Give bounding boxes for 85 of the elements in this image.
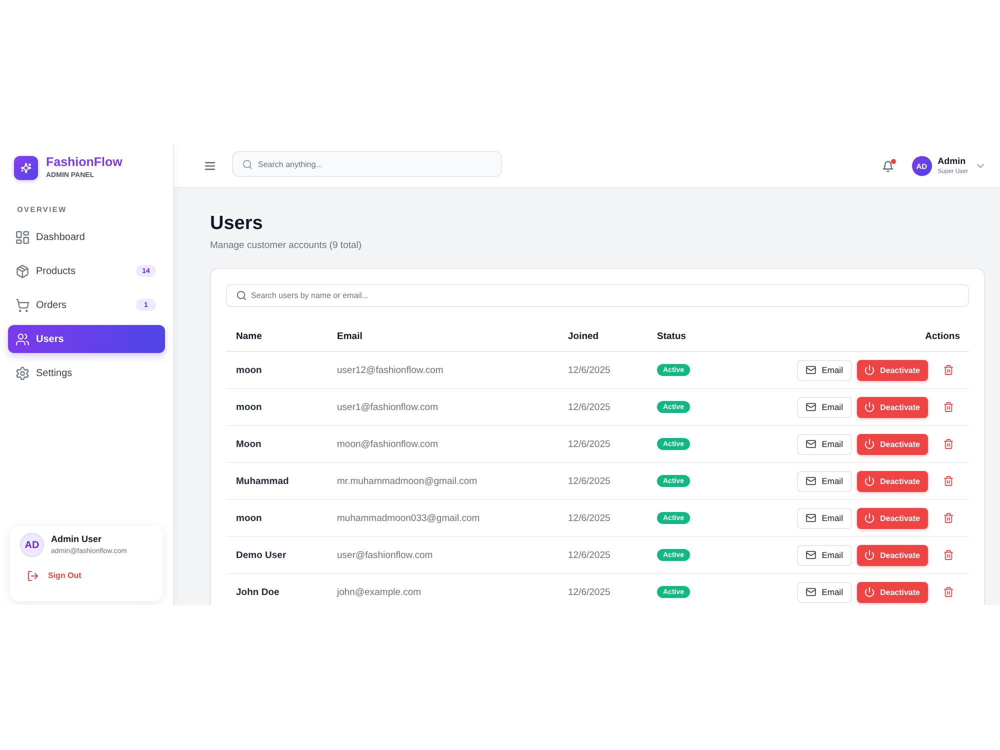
envelope-icon (806, 514, 816, 522)
nav-item[interactable]: Dashboard (8, 223, 165, 251)
user-email: user12@fashionflow.com (337, 364, 444, 376)
trash-icon[interactable] (944, 587, 953, 597)
deactivate-button[interactable]: Deactivate (856, 470, 928, 492)
search-icon (243, 160, 252, 168)
trash-icon[interactable] (944, 513, 953, 523)
brand-name: FashionFlow (46, 155, 122, 169)
envelope-icon (806, 551, 816, 559)
user-email: john@example.com (337, 586, 422, 598)
trash-icon[interactable] (944, 402, 953, 412)
power-icon (864, 587, 874, 597)
column-header: Joined (558, 322, 647, 352)
sign-out-link[interactable]: Sign Out (28, 571, 82, 581)
column-header: Name (226, 322, 327, 352)
user-email: user@fashionflow.com (337, 550, 433, 560)
avatar: AD (20, 533, 44, 557)
power-icon (864, 402, 874, 412)
user-email: mr.muhammadmoon@gmail.com (337, 476, 478, 486)
email-button[interactable]: Email (796, 470, 852, 492)
settings-icon (16, 366, 29, 380)
email-button[interactable]: Email (796, 434, 852, 454)
column-header: Actions (751, 322, 969, 352)
menu-icon[interactable] (205, 162, 215, 170)
user-email: user1@fashionflow.com (337, 402, 438, 412)
deactivate-button[interactable]: Deactivate (856, 544, 928, 566)
page-subtitle: Manage customer accounts (9 total) (210, 240, 363, 252)
power-icon (864, 550, 874, 560)
deactivate-button[interactable]: Deactivate (856, 360, 928, 380)
page-title: Users (210, 213, 264, 235)
user-name: moon (236, 402, 262, 412)
bell-icon[interactable] (882, 160, 893, 172)
join-date: 12/6/2025 (568, 364, 610, 376)
cart-icon (16, 298, 29, 312)
trash-icon[interactable] (944, 550, 953, 560)
sparkle-icon (14, 156, 38, 180)
envelope-icon (806, 588, 816, 596)
user-name: moon (236, 512, 262, 524)
power-icon (864, 439, 874, 449)
trash-icon[interactable] (944, 365, 953, 375)
nav-item[interactable]: Settings (8, 359, 165, 387)
email-button[interactable]: Email (796, 360, 852, 380)
deactivate-button[interactable]: Deactivate (856, 396, 928, 418)
search-field[interactable]: Search anything... (232, 151, 502, 177)
user-email: muhammadmoon033@gmail.com (337, 512, 480, 524)
email-button[interactable]: Email (796, 544, 852, 566)
cube-icon (16, 264, 29, 278)
join-date: 12/6/2025 (568, 550, 610, 560)
user-email: moon@fashionflow.com (337, 438, 438, 450)
user-name: John Doe (236, 586, 280, 598)
power-icon (864, 513, 874, 523)
people-icon (16, 332, 29, 346)
join-date: 12/6/2025 (568, 476, 610, 486)
column-header: Status (647, 322, 751, 352)
join-date: 12/6/2025 (568, 402, 610, 412)
user-name: Demo User (236, 550, 286, 560)
envelope-icon (806, 440, 816, 448)
user-name: Moon (236, 438, 262, 450)
grid-icon (16, 230, 29, 244)
power-icon (864, 476, 874, 486)
search-icon (237, 291, 246, 300)
user-name: Admin (938, 156, 967, 166)
envelope-icon (806, 477, 816, 485)
trash-icon[interactable] (944, 476, 953, 486)
deactivate-button[interactable]: Deactivate (856, 508, 928, 528)
deactivate-button[interactable]: Deactivate (856, 434, 928, 454)
nav-item[interactable]: Users (8, 325, 165, 353)
user-name: Admin User (51, 534, 103, 545)
logout-icon (28, 571, 38, 581)
search-field[interactable]: Search users by name or email... (226, 284, 969, 307)
email-button[interactable]: Email (796, 508, 852, 528)
join-date: 12/6/2025 (568, 438, 610, 450)
trash-icon[interactable] (944, 439, 953, 449)
user-name: moon (236, 364, 262, 376)
user-name: Muhammad (236, 476, 289, 486)
email-button[interactable]: Email (796, 582, 852, 602)
power-icon (864, 365, 874, 375)
envelope-icon (806, 366, 816, 374)
email-button[interactable]: Email (796, 396, 852, 418)
join-date: 12/6/2025 (568, 512, 610, 524)
deactivate-button[interactable]: Deactivate (856, 582, 928, 602)
join-date: 12/6/2025 (568, 586, 610, 598)
column-header: Email (327, 322, 558, 352)
envelope-icon (806, 403, 816, 411)
chevron-down-icon[interactable] (977, 164, 984, 168)
